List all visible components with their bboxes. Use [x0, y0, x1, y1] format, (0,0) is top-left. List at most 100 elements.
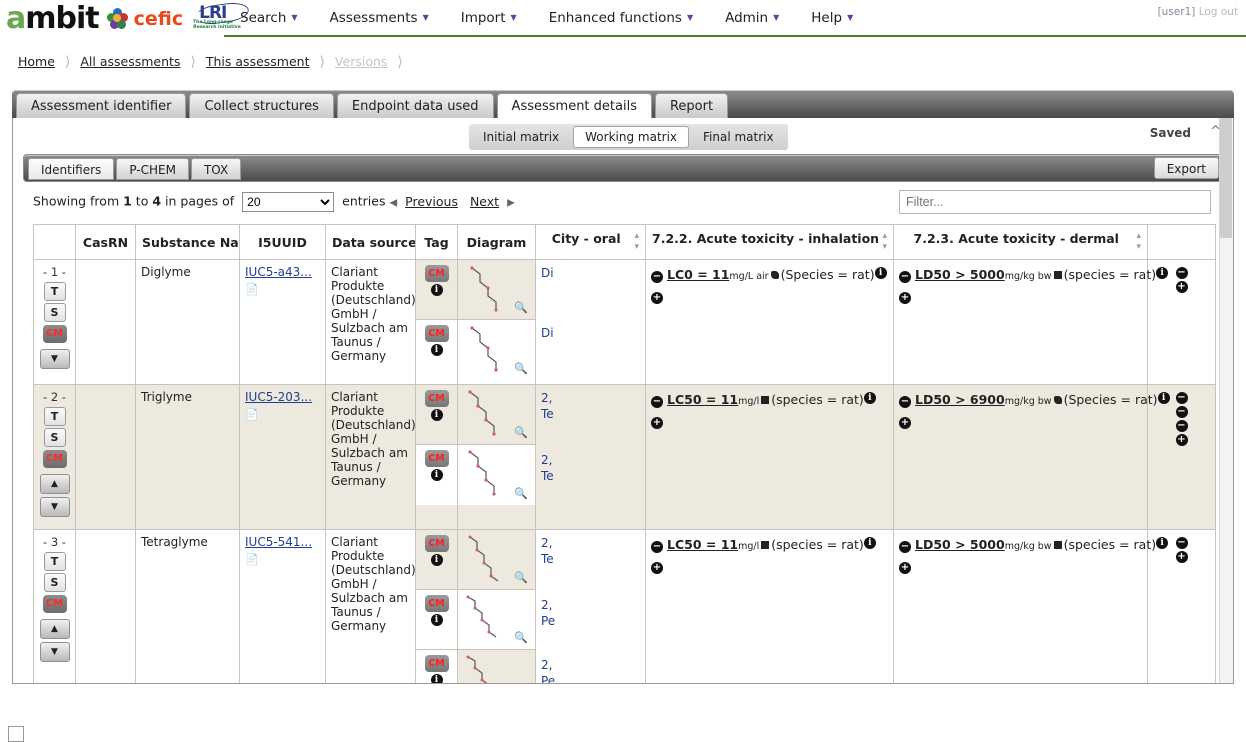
move-down-button[interactable]: ▼: [39, 349, 70, 369]
nav-item-search[interactable]: Search ▼: [224, 6, 314, 30]
add-icon[interactable]: +: [1175, 281, 1188, 293]
next-link[interactable]: Next: [470, 194, 499, 209]
add-icon[interactable]: +: [1175, 551, 1188, 563]
row-button-t[interactable]: T: [43, 407, 66, 426]
add-icon[interactable]: +: [1175, 434, 1188, 446]
magnify-icon[interactable]: 🔍: [514, 362, 528, 375]
move-down-button[interactable]: ▼: [39, 642, 70, 662]
export-button[interactable]: Export: [1153, 157, 1219, 179]
info-icon[interactable]: i: [430, 614, 443, 626]
tag-cm-badge[interactable]: CM: [424, 595, 449, 612]
nav-item-admin[interactable]: Admin ▼: [709, 6, 795, 30]
breadcrumb-item-this-assessment[interactable]: This assessment: [206, 54, 310, 69]
remove-icon[interactable]: −: [1175, 267, 1188, 279]
endpoint-value[interactable]: LC50 = 11: [667, 392, 738, 407]
breadcrumb-item-all-assessments[interactable]: All assessments: [80, 54, 180, 69]
magnify-icon[interactable]: 🔍: [514, 301, 528, 314]
endpoint-value[interactable]: LC0 = 11: [667, 267, 729, 282]
tab-tox[interactable]: TOX: [190, 158, 242, 180]
uuid-link[interactable]: IUC5-203...: [245, 390, 312, 404]
expand-icon[interactable]: +: [651, 417, 663, 429]
nav-item-enhanced-functions[interactable]: Enhanced functions ▼: [533, 6, 709, 30]
col-acute-toxicity-inhalation[interactable]: 7.2.2. Acute toxicity - inhalation: [645, 224, 894, 260]
uuid-link[interactable]: IUC5-a43...: [245, 265, 312, 279]
tab-endpoint-data-used[interactable]: Endpoint data used: [336, 93, 494, 118]
collapse-icon[interactable]: −: [899, 271, 911, 283]
collapse-icon[interactable]: −: [651, 271, 663, 283]
row-button-t[interactable]: T: [43, 282, 66, 301]
resize-handle[interactable]: [8, 726, 24, 742]
info-icon[interactable]: i: [430, 469, 443, 481]
endpoint-value[interactable]: LC50 = 11: [667, 537, 738, 552]
expand-icon[interactable]: +: [899, 562, 911, 574]
col-acute-toxicity-dermal[interactable]: 7.2.3. Acute toxicity - dermal: [893, 224, 1148, 260]
collapse-icon[interactable]: −: [651, 541, 663, 553]
row-button-cm[interactable]: CM: [42, 325, 67, 343]
sort-icon[interactable]: [882, 231, 887, 253]
nav-item-import[interactable]: Import ▼: [445, 6, 533, 30]
collapse-icon[interactable]: −: [899, 541, 911, 553]
panel-scrollbar[interactable]: [1219, 118, 1233, 683]
breadcrumb-item-home[interactable]: Home: [18, 54, 55, 69]
move-up-button[interactable]: ▲: [39, 619, 70, 639]
info-icon[interactable]: i: [874, 267, 887, 279]
filter-input[interactable]: [899, 190, 1211, 214]
remove-icon[interactable]: −: [1175, 420, 1188, 432]
tag-cm-badge[interactable]: CM: [424, 265, 449, 282]
endpoint-value[interactable]: LD50 > 5000: [915, 537, 1005, 552]
info-icon[interactable]: i: [430, 554, 443, 566]
info-icon[interactable]: i: [430, 344, 443, 356]
tab-assessment-details[interactable]: Assessment details: [496, 93, 652, 118]
diagram-slot[interactable]: 🔍: [458, 530, 535, 590]
tab-report[interactable]: Report: [654, 93, 729, 118]
diagram-slot[interactable]: 🔍: [458, 445, 535, 505]
copy-icon[interactable]: 📄: [245, 283, 320, 296]
info-icon[interactable]: i: [863, 537, 876, 549]
sort-icon[interactable]: [634, 231, 639, 253]
magnify-icon[interactable]: 🔍: [514, 571, 528, 584]
tab-p-chem[interactable]: P-CHEM: [116, 158, 189, 180]
logout-link[interactable]: Log out: [1199, 6, 1238, 18]
tab-working-matrix[interactable]: Working matrix: [573, 126, 690, 148]
diagram-slot[interactable]: 🔍: [458, 260, 535, 320]
row-button-cm[interactable]: CM: [42, 595, 67, 613]
info-icon[interactable]: i: [430, 674, 443, 683]
collapse-icon[interactable]: −: [899, 396, 911, 408]
info-icon[interactable]: i: [430, 284, 443, 296]
next-arrow-icon[interactable]: ▶: [507, 198, 515, 209]
nav-item-help[interactable]: Help ▼: [795, 6, 869, 30]
remove-icon[interactable]: −: [1175, 392, 1188, 404]
previous-arrow-icon[interactable]: ◀: [389, 198, 397, 209]
tag-cm-badge[interactable]: CM: [424, 450, 449, 467]
info-icon[interactable]: i: [430, 409, 443, 421]
expand-icon[interactable]: +: [651, 562, 663, 574]
tag-cm-badge[interactable]: CM: [424, 655, 449, 672]
copy-icon[interactable]: 📄: [245, 408, 320, 421]
diagram-slot[interactable]: 🔍: [458, 590, 535, 650]
previous-link[interactable]: Previous: [405, 194, 458, 209]
info-icon[interactable]: i: [1157, 392, 1170, 404]
diagram-slot[interactable]: 🔍: [458, 650, 535, 683]
tab-collect-structures[interactable]: Collect structures: [189, 93, 334, 118]
page-size-select[interactable]: 20: [242, 192, 335, 212]
uuid-link[interactable]: IUC5-541...: [245, 535, 312, 549]
tab-initial-matrix[interactable]: Initial matrix: [471, 126, 571, 148]
move-down-button[interactable]: ▼: [39, 497, 70, 517]
magnify-icon[interactable]: 🔍: [514, 426, 528, 439]
endpoint-value[interactable]: LD50 > 5000: [915, 267, 1005, 282]
sort-icon[interactable]: [1136, 231, 1141, 253]
tab-final-matrix[interactable]: Final matrix: [691, 126, 786, 148]
site-logo[interactable]: ambit cefic LRI The Long-range Research …: [6, 0, 251, 38]
tag-cm-badge[interactable]: CM: [424, 390, 449, 407]
row-button-s[interactable]: S: [43, 303, 66, 322]
tag-cm-badge[interactable]: CM: [424, 325, 449, 342]
tab-assessment-identifier[interactable]: Assessment identifier: [16, 93, 187, 118]
expand-icon[interactable]: +: [899, 417, 911, 429]
col-acute-toxicity-oral[interactable]: City - oral: [535, 224, 646, 260]
collapse-icon[interactable]: −: [651, 396, 663, 408]
row-button-cm[interactable]: CM: [42, 450, 67, 468]
copy-icon[interactable]: 📄: [245, 553, 320, 566]
expand-icon[interactable]: +: [899, 292, 911, 304]
diagram-slot[interactable]: 🔍: [458, 320, 535, 380]
breadcrumb-item-versions[interactable]: Versions: [335, 54, 387, 69]
